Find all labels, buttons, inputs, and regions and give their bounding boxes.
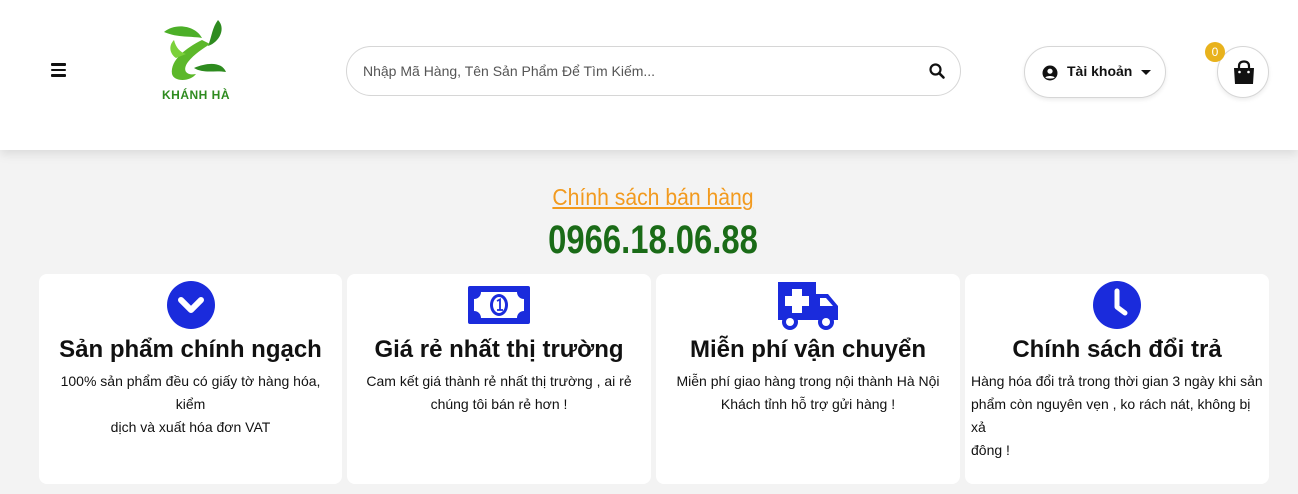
user-circle-icon [1042, 65, 1058, 81]
card-description: Cam kết giá thành rẻ nhất thị trường , a… [366, 373, 632, 412]
search-input[interactable] [363, 47, 913, 95]
feature-card-free-shipping: Miễn phí vận chuyển Miễn phí giao hàng t… [656, 274, 960, 484]
card-title: Chính sách đổi trả [1012, 336, 1222, 363]
card-title: Sản phẩm chính ngạch [59, 336, 322, 363]
brand-logo[interactable]: KHÁNH HÀ [156, 18, 236, 108]
card-description: Hàng hóa đổi trả trong thời gian 3 ngày … [971, 373, 1263, 458]
card-title: Giá rẻ nhất thị trường [374, 336, 624, 363]
feature-card-lowest-price: Giá rẻ nhất thị trường Cam kết giá thành… [347, 274, 651, 484]
feature-card-official-products: Sản phẩm chính ngạch 100% sản phẩm đều c… [39, 274, 342, 484]
chevron-down-circle-icon [166, 281, 215, 329]
ambulance-icon [778, 282, 838, 330]
site-header: KHÁNH HÀ Tài khoản 0 [0, 0, 1298, 150]
account-button[interactable]: Tài khoản [1024, 46, 1166, 98]
leaf-logo-icon [164, 20, 226, 80]
hotline-number[interactable]: 0966.18.06.88 [118, 218, 1189, 263]
cart-count-badge: 0 [1205, 42, 1225, 62]
search-bar [346, 46, 961, 96]
card-description: Miễn phí giao hàng trong nội thành Hà Nộ… [676, 373, 940, 412]
search-icon[interactable] [928, 62, 946, 80]
logo-text: KHÁNH HÀ [162, 88, 230, 102]
hamburger-menu-icon[interactable] [46, 60, 72, 86]
card-title: Miễn phí vận chuyển [689, 336, 927, 363]
account-label: Tài khoản [1067, 63, 1133, 79]
card-description: 100% sản phẩm đều có giấy tờ hàng hóa, k… [60, 373, 321, 435]
shopping-bag-icon [1234, 60, 1254, 84]
clock-icon [1093, 281, 1141, 329]
feature-card-return-policy: Chính sách đổi trả Hàng hóa đổi trả tron… [965, 274, 1269, 484]
policy-title-link[interactable]: Chính sách bán hàng [52, 184, 1254, 211]
caret-down-icon [1141, 70, 1151, 75]
money-bill-icon [468, 286, 530, 324]
